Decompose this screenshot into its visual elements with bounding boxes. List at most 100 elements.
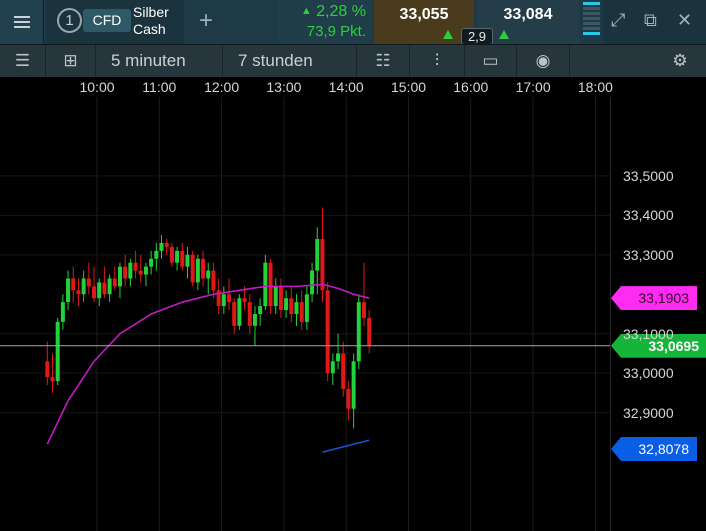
candle [330,353,335,386]
candle [195,254,200,291]
time-tick-label: 16:00 [453,79,489,95]
sliders-icon[interactable]: ☷ [357,45,410,77]
change-points: 73,9 Pkt. [306,23,366,40]
ma-value-tag: 33,1903 [611,286,697,311]
candle [289,286,294,322]
price-change: ▲ 2,28 % 73,9 Pkt. [278,0,372,44]
market-depth-icon[interactable] [583,2,600,42]
candle [227,278,232,311]
time-tick-label: 15:00 [390,79,427,95]
candle [143,262,148,287]
candle [128,258,133,287]
window-controls: ⤢ ⧉ ✕ [603,0,706,44]
candle [102,266,107,299]
candle [81,270,86,303]
candle [92,266,97,303]
candle [273,278,278,314]
range-selector[interactable]: 7 stunden [223,45,357,77]
candle [304,286,309,330]
candle [258,298,263,326]
instrument-type-badge: CFD [83,9,131,32]
candle [45,341,50,386]
hamburger-menu-icon[interactable] [0,0,44,44]
candle [185,246,190,279]
candle [284,290,289,318]
candle [252,306,257,346]
candle [107,274,112,303]
candle [164,239,169,255]
spread-badge: 2,9 [461,28,493,45]
candle [169,242,174,267]
candle [320,207,325,303]
candle [175,246,180,271]
candle [206,262,211,295]
candle [325,282,330,382]
price-chart[interactable]: 10:00 11:00 12:00 13:00 14:00 15:00 16:00 17:00… [0,77,706,531]
candle [86,262,91,295]
time-tick-label: 18:00 [577,79,613,95]
candle [216,278,221,314]
candle [247,294,252,334]
candle [154,242,159,271]
close-icon[interactable]: ✕ [677,10,692,30]
candle [201,250,206,287]
settings-icon[interactable]: ⚙ [654,45,706,77]
instrument-selector[interactable]: 1 CFD Silber Cash [46,0,184,44]
time-tick-label: 13:00 [266,79,302,95]
chart-plot-area[interactable] [0,77,610,531]
candle [112,266,117,291]
candle [55,317,60,386]
candle [117,262,122,299]
interval-selector[interactable]: 5 minuten [96,45,223,77]
layout-icon[interactable]: ⊞ [46,45,96,77]
candle [299,290,304,330]
price-tick-label: 33,5000 [623,167,674,184]
instrument-name: Silber Cash [133,4,169,37]
bid-button[interactable]: 33,055 [374,0,474,44]
price-tick-label: 32,9000 [623,404,674,421]
time-tick-label: 12:00 [204,79,240,95]
price-tick-label: 33,4000 [623,207,674,224]
candle [138,254,143,283]
candle [361,262,366,326]
time-axis: 10:00 11:00 12:00 13:00 14:00 15:00 16:00 17:00… [0,77,613,97]
popout-icon[interactable]: ⧉ [644,10,657,30]
candle [367,310,372,354]
candle [278,278,283,318]
candle [356,294,361,370]
chart-toolbar: ☰ ⊞ 5 minuten 7 stunden ☷ ⫶ ▭ ◉ ⚙ [0,44,706,77]
time-tick-label: 17:00 [515,79,551,95]
candle [341,341,346,397]
list-icon[interactable]: ☰ [0,45,46,77]
candle [310,262,315,303]
candle [263,254,268,311]
ask-up-arrow-icon [499,30,509,39]
price-tick-label: 33,3000 [623,246,674,263]
candle [336,333,341,370]
eye-icon[interactable]: ◉ [517,45,570,77]
expand-icon[interactable]: ⤢ [611,10,625,30]
comment-icon[interactable]: ▭ [465,45,517,77]
candle [237,294,242,330]
plus-icon[interactable]: + [186,0,226,44]
low-ma-value-tag: 32,8078 [611,437,697,461]
time-tick-label: 11:00 [142,79,177,95]
moving-average-line [46,283,370,445]
up-arrow-icon: ▲ [300,5,312,17]
candle [123,254,128,287]
candle [180,242,185,271]
candlestick-icon[interactable]: ⫶ [410,45,465,77]
bid-up-arrow-icon [443,30,453,39]
candle [221,286,226,314]
candle [232,298,237,334]
candle [211,262,216,299]
instrument-number: 1 [57,8,82,33]
top-bar: 1 CFD Silber Cash + ▲ 2,28 % 73,9 Pkt. 3… [0,0,706,45]
candle [294,294,299,326]
price-tick-label: 33,1000 [623,325,674,342]
candle [190,250,195,287]
time-tick-label: 10:00 [79,79,115,95]
candle [60,294,65,330]
price-axis: 33,1903 33,0695 32,8078 33,5000 33,4000 33… [610,97,706,531]
candle [346,381,351,421]
